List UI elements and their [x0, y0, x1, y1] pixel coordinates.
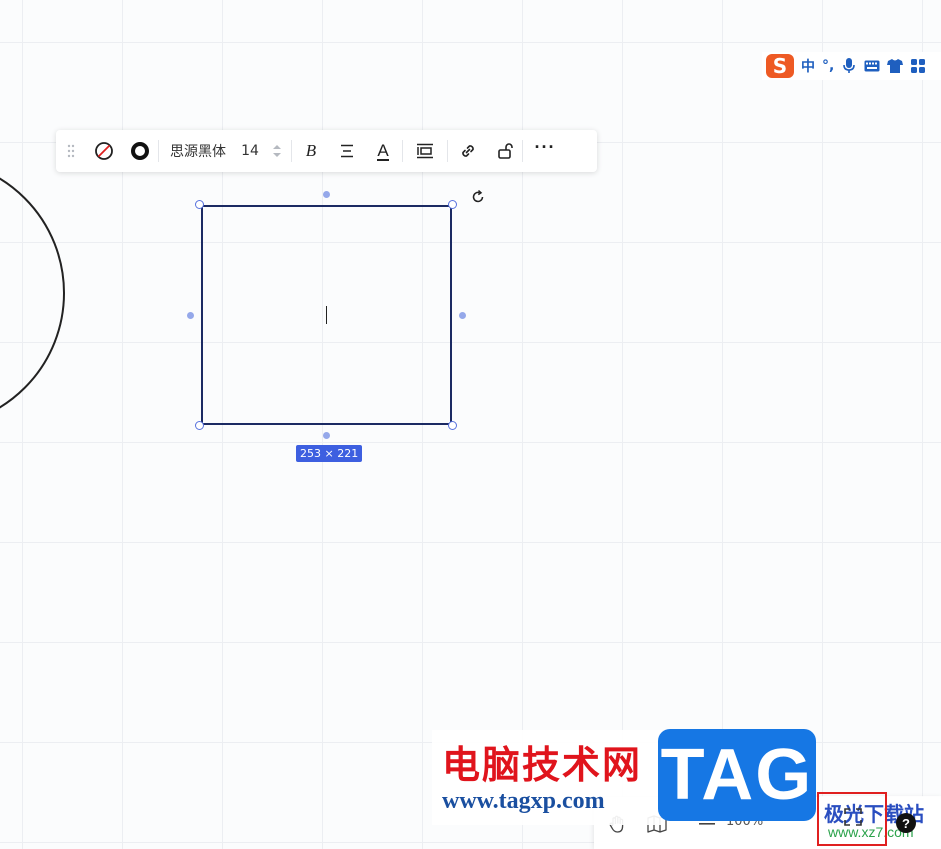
font-family-value: 思源黑体	[170, 144, 226, 160]
sogou-logo-icon[interactable]: S	[766, 54, 794, 78]
watermark-site-title: 电脑技术网	[442, 743, 643, 787]
font-color-button[interactable]: A	[364, 130, 402, 172]
font-size-input[interactable]: 14	[237, 130, 263, 172]
text-align-button[interactable]	[330, 130, 364, 172]
bold-button[interactable]: B	[292, 130, 330, 172]
unlock-icon	[498, 143, 513, 159]
bold-icon: B	[305, 141, 317, 160]
no-fill-icon	[95, 142, 113, 160]
skin-shirt-icon[interactable]	[887, 58, 904, 74]
font-size-stepper[interactable]	[263, 130, 291, 172]
keyboard-icon[interactable]	[864, 58, 880, 74]
font-family-select[interactable]: 思源黑体	[159, 130, 237, 172]
ime-toolbar[interactable]: S 中 °,	[762, 52, 941, 80]
link-button[interactable]	[448, 130, 488, 172]
font-size-value: 14	[241, 143, 259, 159]
text-cursor	[326, 306, 327, 324]
stroke-ring-icon	[131, 142, 149, 160]
connector-point-right[interactable]	[459, 312, 466, 319]
connector-point-bottom[interactable]	[323, 432, 330, 439]
more-options-button[interactable]: ···	[523, 130, 567, 172]
more-icon: ···	[534, 137, 556, 157]
highlight-box	[817, 792, 887, 846]
ime-punctuation-toggle[interactable]: °,	[822, 58, 834, 74]
toolbox-grid-icon[interactable]	[910, 58, 926, 74]
stepper-updown-icon	[273, 145, 281, 157]
resize-handle-bottom-right[interactable]	[448, 421, 457, 430]
shape-size-badge: 253 × 221	[296, 445, 363, 462]
watermark-tag-logo: TAG	[658, 729, 816, 821]
lock-button[interactable]	[488, 130, 522, 172]
rotate-icon[interactable]	[470, 189, 486, 205]
resize-handle-bottom-left[interactable]	[195, 421, 204, 430]
font-color-icon: A	[377, 140, 389, 161]
connector-point-top[interactable]	[323, 191, 330, 198]
fill-none-button[interactable]	[86, 130, 122, 172]
align-center-icon	[341, 144, 353, 158]
stroke-style-button[interactable]	[122, 130, 158, 172]
circle-shape[interactable]	[0, 160, 80, 420]
vertical-align-button[interactable]	[403, 130, 447, 172]
connector-point-left[interactable]	[187, 312, 194, 319]
resize-handle-top-left[interactable]	[195, 200, 204, 209]
watermark-site-url: www.tagxp.com	[442, 788, 605, 814]
watermark-site: 电脑技术网 www.tagxp.com	[432, 730, 662, 825]
vertical-align-icon	[417, 143, 433, 159]
ime-mode-toggle[interactable]: 中	[801, 56, 815, 76]
minus-icon	[699, 823, 715, 825]
resize-handle-top-right[interactable]	[448, 200, 457, 209]
link-icon	[462, 145, 474, 157]
help-button[interactable]: ?	[896, 813, 916, 833]
microphone-icon[interactable]	[841, 58, 857, 74]
shape-format-toolbar: 思源黑体 14 B A ···	[56, 130, 597, 172]
